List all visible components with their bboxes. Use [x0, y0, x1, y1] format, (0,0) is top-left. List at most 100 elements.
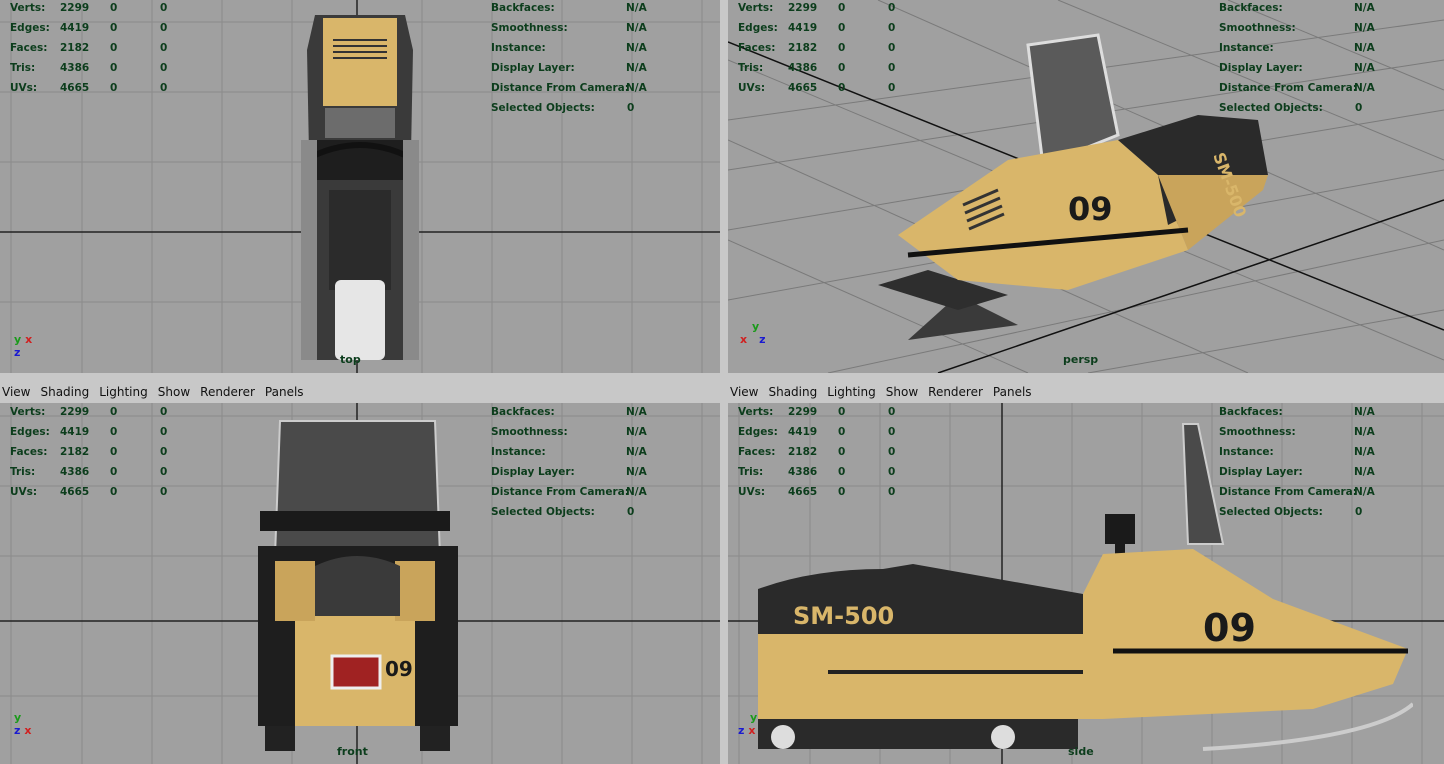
hud-info-value: N/A	[1354, 82, 1375, 94]
hud-stat-v2: 0	[110, 486, 118, 498]
menu-panels[interactable]: Panels	[265, 385, 304, 399]
hud-info-label: Instance:	[1219, 42, 1274, 54]
hud-info-label: Distance From Camera:	[1219, 82, 1357, 94]
hud-stat-v3: 0	[888, 82, 896, 94]
hud-info-label: Smoothness:	[1219, 426, 1296, 438]
hud-info-value: N/A	[626, 22, 647, 34]
hud-info-label: Display Layer:	[491, 62, 575, 74]
hud-info-value: N/A	[1354, 446, 1375, 458]
hud-stat-v2: 0	[110, 466, 118, 478]
hud-stat-v2: 0	[838, 2, 846, 14]
hud-stat-label: Tris:	[738, 466, 764, 478]
hud-stat-label: Edges:	[738, 426, 778, 438]
axis-gizmo-persp: yxz	[740, 320, 766, 346]
hud-stat-v1: 4665	[788, 82, 818, 94]
hud-info-label: Smoothness:	[491, 22, 568, 34]
hud-info-value: N/A	[1354, 406, 1375, 418]
hud-info-value: N/A	[626, 486, 647, 498]
hud-info-label: Backfaces:	[491, 2, 555, 14]
menu-lighting[interactable]: Lighting	[827, 385, 876, 399]
hud-info-label: Backfaces:	[1219, 406, 1283, 418]
hud-stat-label: Faces:	[10, 446, 48, 458]
snowmobile-side-view: SM-500 09	[758, 423, 1413, 751]
menu-show[interactable]: Show	[158, 385, 190, 399]
hud-stat-label: UVs:	[738, 82, 766, 94]
camera-label-top: top	[340, 353, 361, 366]
hud-info-value: N/A	[1354, 62, 1375, 74]
hud-stat-v2: 0	[110, 446, 118, 458]
hud-info-label: Distance From Camera:	[491, 486, 629, 498]
hud-info-value: 0	[627, 102, 635, 114]
hud-stat-v3: 0	[888, 486, 896, 498]
panel-separator-vertical[interactable]	[720, 0, 728, 764]
menu-renderer[interactable]: Renderer	[200, 385, 255, 399]
hud-info-label: Backfaces:	[491, 406, 555, 418]
hud-info-value: N/A	[1354, 466, 1375, 478]
hud-stat-v2: 0	[838, 22, 846, 34]
hud-stat-v1: 2182	[60, 42, 90, 54]
hud-stat-v1: 2299	[60, 2, 90, 14]
hud-stat-label: Verts:	[10, 406, 46, 418]
menu-view[interactable]: View	[2, 385, 30, 399]
menu-show[interactable]: Show	[886, 385, 918, 399]
hud-stat-label: UVs:	[738, 486, 766, 498]
snowmobile-front-view: 09	[258, 420, 458, 751]
hud-info-value: N/A	[626, 406, 647, 418]
hud-stat-v3: 0	[888, 22, 896, 34]
hud-stat-v2: 0	[838, 486, 846, 498]
hud-info-value: 0	[1355, 506, 1363, 518]
hud-stat-v1: 4419	[788, 426, 818, 438]
hud-stat-v1: 4386	[788, 62, 818, 74]
hud-stat-label: UVs:	[10, 486, 38, 498]
panel-separator-horizontal[interactable]	[0, 373, 1444, 381]
hud-stat-v3: 0	[160, 62, 168, 74]
viewport-persp[interactable]: 09 SM-500 persp yxz	[728, 0, 1444, 373]
viewport-top[interactable]: top yxz	[0, 0, 720, 373]
hud-stat-v1: 2299	[788, 406, 818, 418]
viewport-side[interactable]: View Shading Lighting Show Renderer Pane…	[728, 381, 1444, 764]
hud-stat-v1: 4665	[60, 82, 90, 94]
axis-gizmo-front: yzx	[14, 711, 32, 737]
svg-text:SM-500: SM-500	[793, 602, 894, 630]
hud-info-value: N/A	[626, 62, 647, 74]
hud-info-label: Display Layer:	[1219, 62, 1303, 74]
hud-info-value: N/A	[626, 82, 647, 94]
menu-panels[interactable]: Panels	[993, 385, 1032, 399]
viewport-front[interactable]: View Shading Lighting Show Renderer Pane…	[0, 381, 720, 764]
hud-info-label: Display Layer:	[491, 466, 575, 478]
axis-gizmo-side: yzx	[738, 711, 758, 737]
svg-text:09: 09	[1203, 606, 1256, 650]
hud-stat-label: Edges:	[738, 22, 778, 34]
menu-lighting[interactable]: Lighting	[99, 385, 148, 399]
hud-info-value: N/A	[626, 426, 647, 438]
hud-stat-v3: 0	[888, 446, 896, 458]
hud-stat-v2: 0	[110, 2, 118, 14]
hud-stat-v1: 4665	[788, 486, 818, 498]
axis-gizmo-top: yxz	[14, 333, 33, 359]
hud-stat-v2: 0	[110, 82, 118, 94]
hud-info-value: N/A	[1354, 2, 1375, 14]
hud-stat-v1: 4665	[60, 486, 90, 498]
hud-info-value: 0	[627, 506, 635, 518]
menu-renderer[interactable]: Renderer	[928, 385, 983, 399]
menu-shading[interactable]: Shading	[40, 385, 89, 399]
hud-stat-v1: 4419	[788, 22, 818, 34]
hud-stat-v2: 0	[838, 62, 846, 74]
hud-info-label: Selected Objects:	[1219, 506, 1323, 518]
hud-stat-label: Tris:	[10, 466, 36, 478]
hud-stat-v2: 0	[110, 22, 118, 34]
hud-info-label: Display Layer:	[1219, 466, 1303, 478]
hud-stat-label: Verts:	[10, 2, 46, 14]
menu-view[interactable]: View	[730, 385, 758, 399]
hud-stat-v3: 0	[160, 22, 168, 34]
hud-stat-label: Tris:	[738, 62, 764, 74]
menu-shading[interactable]: Shading	[768, 385, 817, 399]
hud-stat-label: Edges:	[10, 22, 50, 34]
hud-stat-label: Edges:	[10, 426, 50, 438]
hud-stat-v2: 0	[838, 466, 846, 478]
hud-stat-v3: 0	[160, 426, 168, 438]
hud-stat-v3: 0	[888, 42, 896, 54]
camera-label-persp: persp	[1063, 353, 1099, 366]
camera-label-front: front	[337, 745, 368, 758]
hud-info-value: N/A	[1354, 426, 1375, 438]
